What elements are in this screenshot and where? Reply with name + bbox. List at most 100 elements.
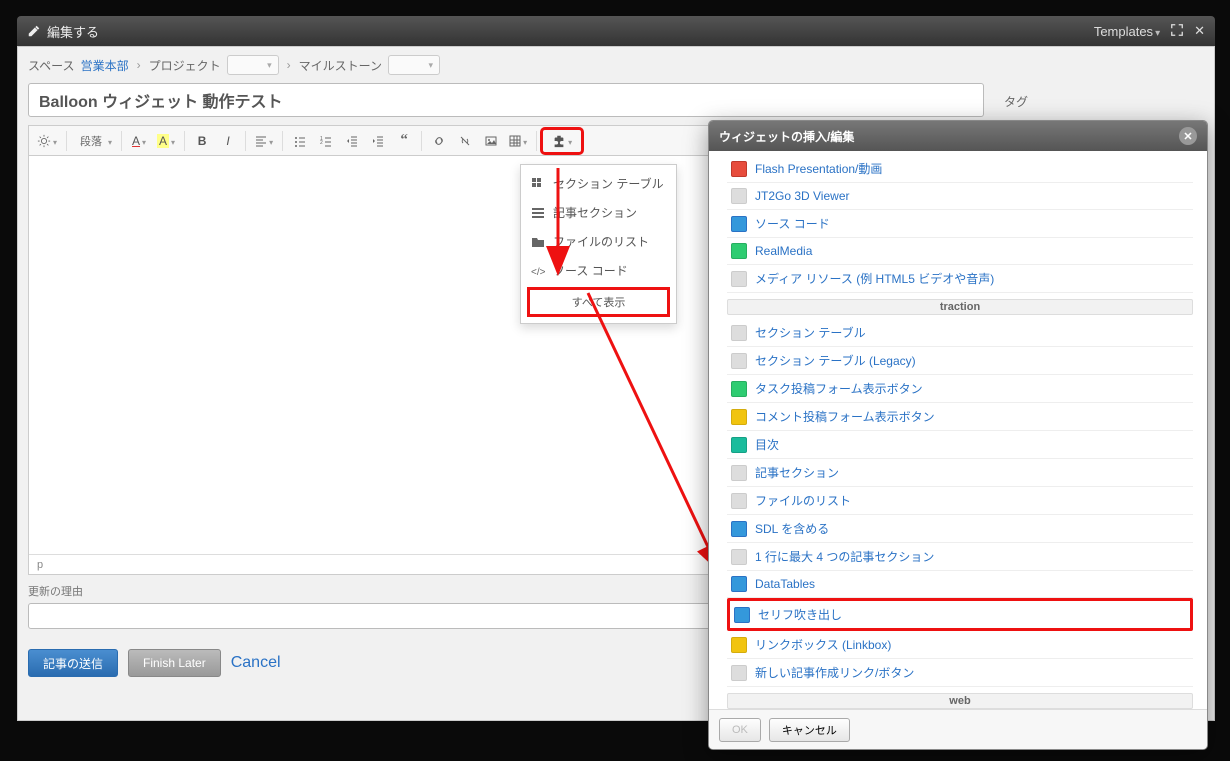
widget-icon [731,521,747,537]
widget-item[interactable]: DataTables [727,571,1193,598]
settings-button[interactable] [33,129,61,153]
widget-icon [731,437,747,453]
dialog-body[interactable]: Flash Presentation/動画 JT2Go 3D Viewer ソース … [709,151,1207,709]
breadcrumb-project-label: プロジェクト [149,57,221,74]
submit-button[interactable]: 記事の送信 [28,649,118,677]
widget-icon [731,188,747,204]
widget-item[interactable]: 1 行に最大 4 つの記事セクション [727,543,1193,571]
number-list-button[interactable]: 12 [314,129,338,153]
widget-item[interactable]: リンクボックス (Linkbox) [727,631,1193,659]
image-button[interactable] [479,129,503,153]
blockquote-button[interactable]: “ [392,129,416,153]
text-color-button[interactable]: A [127,129,151,153]
italic-button[interactable]: I [216,129,240,153]
widget-label: 目次 [755,436,779,453]
widget-item[interactable]: セクション テーブル (Legacy) [727,347,1193,375]
unlink-button[interactable] [453,129,477,153]
plugin-menu-item[interactable]: 記事セクション [521,198,676,227]
widget-item[interactable]: 目次 [727,431,1193,459]
widget-icon [731,465,747,481]
dialog-footer: OK キャンセル [709,709,1207,749]
widget-item[interactable]: ファイルのリスト [727,487,1193,515]
widget-label: タスク投稿フォーム表示ボタン [755,380,923,397]
widget-label: セクション テーブル (Legacy) [755,352,916,369]
widget-icon [731,381,747,397]
widget-icon [734,607,750,623]
editor-path[interactable]: p [37,559,43,571]
plugin-button[interactable] [542,129,582,153]
finish-later-button[interactable]: Finish Later [128,649,221,677]
plugin-menu-item[interactable]: ファイルのリスト [521,227,676,256]
widget-label: Flash Presentation/動画 [755,160,882,177]
widget-item[interactable]: セクション テーブル [727,319,1193,347]
widget-label: セリフ吹き出し [758,606,842,623]
link-button[interactable] [427,129,451,153]
bold-button[interactable]: B [190,129,214,153]
widget-dialog: ウィジェットの挿入/編集 ✕ Flash Presentation/動画 JT2G… [708,120,1208,750]
widget-item[interactable]: JT2Go 3D Viewer [727,183,1193,210]
ok-button[interactable]: OK [719,718,761,742]
plugin-menu: セクション テーブル記事セクションファイルのリスト </>ソース コードすべて表示 [520,164,677,324]
plugin-menu-item[interactable]: セクション テーブル [521,169,676,198]
widget-group-header: traction [727,299,1193,315]
widget-item[interactable]: タスク投稿フォーム表示ボタン [727,375,1193,403]
breadcrumb-sep [135,58,143,72]
tag-label: タグ [1004,93,1204,110]
widget-label: SDL を含める [755,520,829,537]
breadcrumb-milestone-label: マイルストーン [299,57,382,74]
dialog-header[interactable]: ウィジェットの挿入/編集 ✕ [709,121,1207,151]
milestone-select[interactable] [388,55,440,75]
breadcrumb-space-link[interactable]: 営業本部 [81,57,129,74]
window-header: 編集する Templates ✕ [17,16,1215,46]
widget-label: 記事セクション [755,464,839,481]
widget-icon [731,216,747,232]
show-all-button[interactable]: すべて表示 [527,287,670,317]
close-icon[interactable]: ✕ [1194,23,1205,39]
widget-group-header: web [727,693,1193,709]
menu-item-label: ファイルのリスト [553,233,649,250]
widget-item[interactable]: コメント投稿フォーム表示ボタン [727,403,1193,431]
cancel-button[interactable]: キャンセル [769,718,850,742]
outdent-button[interactable] [340,129,364,153]
bullet-list-button[interactable] [288,129,312,153]
widget-label: RealMedia [755,244,812,258]
title-input[interactable] [28,83,984,117]
menu-item-label: ソース コード [553,262,628,279]
widget-item[interactable]: メディア リソース (例 HTML5 ビデオや音声) [727,265,1193,293]
dialog-close-button[interactable]: ✕ [1179,127,1197,145]
widget-icon [731,576,747,592]
widget-icon [731,409,747,425]
widget-icon [731,493,747,509]
widget-icon [731,665,747,681]
edit-icon [27,24,41,38]
widget-label: 新しい記事作成リンク/ボタン [755,664,914,681]
project-select[interactable] [227,55,279,75]
widget-item[interactable]: 記事セクション [727,459,1193,487]
plugin-menu-item[interactable]: </>ソース コード [521,256,676,285]
widget-item[interactable]: ソース コード [727,210,1193,238]
bg-color-button[interactable]: A [153,129,179,153]
widget-label: コメント投稿フォーム表示ボタン [755,408,935,425]
widget-item[interactable]: セリフ吹き出し [727,598,1193,631]
expand-icon[interactable] [1170,23,1184,40]
widget-item[interactable]: SDL を含める [727,515,1193,543]
widget-icon [731,325,747,341]
widget-label: JT2Go 3D Viewer [755,189,849,203]
table-button[interactable] [505,129,531,153]
widget-label: リンクボックス (Linkbox) [755,636,891,653]
widget-item[interactable]: RealMedia [727,238,1193,265]
indent-button[interactable] [366,129,390,153]
cancel-link[interactable]: Cancel [231,654,281,672]
widget-icon [731,243,747,259]
widget-label: ソース コード [755,215,830,232]
widget-label: メディア リソース (例 HTML5 ビデオや音声) [755,270,994,287]
align-left-button[interactable] [251,129,277,153]
widget-icon [731,161,747,177]
widget-label: ファイルのリスト [755,492,851,509]
widget-item[interactable]: Flash Presentation/動画 [727,155,1193,183]
templates-dropdown[interactable]: Templates [1094,24,1160,39]
format-select[interactable]: 段落 [72,129,116,153]
widget-item[interactable]: 新しい記事作成リンク/ボタン [727,659,1193,687]
widget-icon [731,637,747,653]
header-title: 編集する [47,22,99,41]
